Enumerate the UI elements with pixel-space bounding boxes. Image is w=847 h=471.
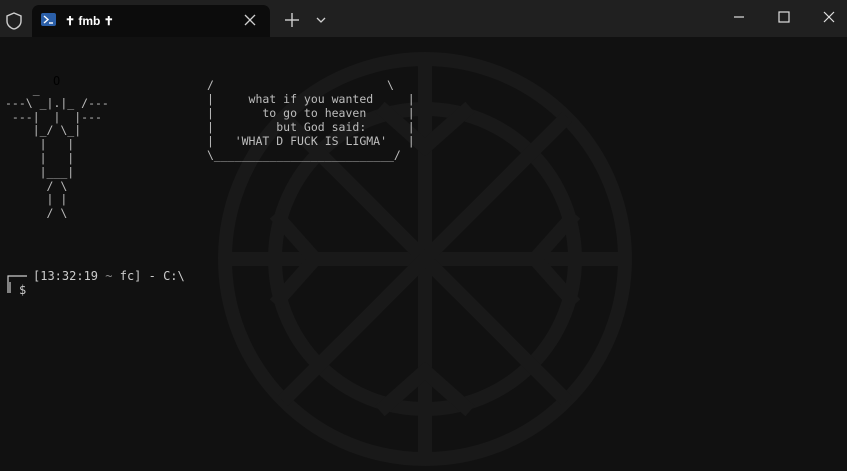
prompt-path: fc] - C:\ [119,269,185,283]
close-icon[interactable] [823,11,835,23]
close-icon[interactable] [244,14,256,26]
maximize-icon[interactable] [778,11,790,23]
chevron-down-icon[interactable] [316,17,326,23]
terminal-pane[interactable]: O _ ---\ _|.|_ /--- ---| | |--- |_/ \_| … [0,37,847,471]
plus-icon[interactable] [285,13,299,27]
speech-bubble: / \ | what if you wanted | | to go to he… [207,78,415,162]
prompt-tilde: ~ [105,269,113,283]
prompt-time: [13:32:19 [33,269,99,283]
prompt-dollar[interactable]: $ [19,283,26,297]
powershell-icon [41,13,56,26]
tab-fmb[interactable]: ✝ fmb ✝ [32,5,270,37]
title-bar: ✝ fmb ✝ [0,0,847,37]
stick-figure: _ ---\ _|.|_ /--- ---| | |--- |_/ \_| | … [5,82,109,221]
shield-icon[interactable] [5,12,23,30]
minimize-icon[interactable] [733,11,745,23]
prompt-line: [13:32:19 ~ fc] - C:\ [33,269,185,283]
tab-title: ✝ fmb ✝ [65,14,114,28]
